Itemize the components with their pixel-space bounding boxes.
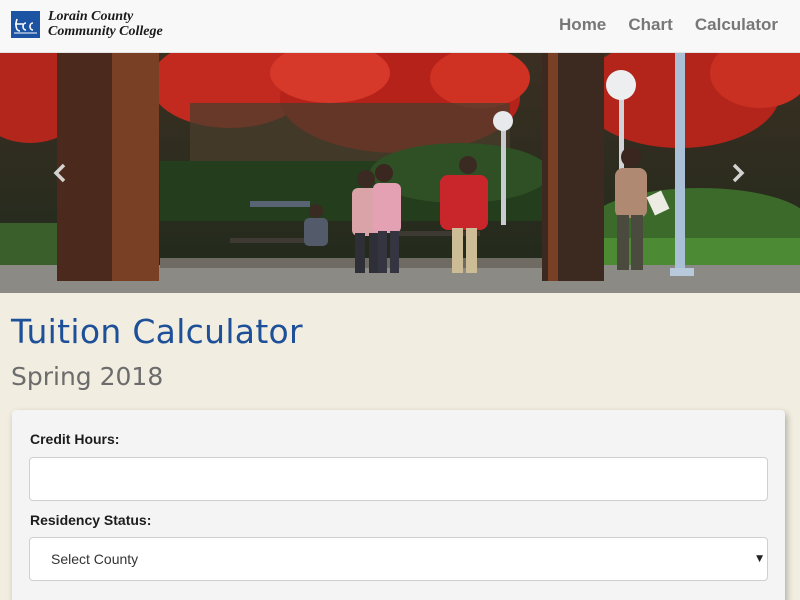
top-navbar: Lorain County Community College Home Cha… — [0, 0, 800, 53]
credit-hours-label: Credit Hours: — [30, 431, 120, 447]
calculator-form-panel: Credit Hours: Residency Status: Select C… — [12, 410, 785, 600]
brand-name-line2: Community College — [48, 24, 163, 39]
nav-links: Home Chart Calculator — [542, 15, 778, 35]
credit-hours-input[interactable] — [29, 457, 768, 501]
brand-name-line1: Lorain County — [48, 9, 134, 24]
residency-selected-value: Select County — [51, 551, 139, 567]
chevron-left-icon — [53, 163, 66, 183]
carousel-next-button[interactable] — [718, 153, 758, 193]
carousel-prev-button[interactable] — [40, 153, 80, 193]
page-title: Tuition Calculator — [11, 312, 303, 351]
chevron-right-icon — [732, 163, 745, 183]
campus-photo — [0, 53, 800, 293]
hero-carousel — [0, 53, 800, 293]
nav-home[interactable]: Home — [559, 15, 606, 35]
lccc-logo-icon — [11, 11, 40, 38]
residency-status-label: Residency Status: — [30, 512, 152, 528]
page-subtitle: Spring 2018 — [11, 362, 164, 391]
brand-name: Lorain County Community College — [48, 9, 163, 39]
nav-chart[interactable]: Chart — [628, 15, 672, 35]
residency-status-select[interactable]: Select County ▼ — [29, 537, 768, 581]
nav-calculator[interactable]: Calculator — [695, 15, 778, 35]
caret-down-icon: ▼ — [756, 554, 763, 564]
